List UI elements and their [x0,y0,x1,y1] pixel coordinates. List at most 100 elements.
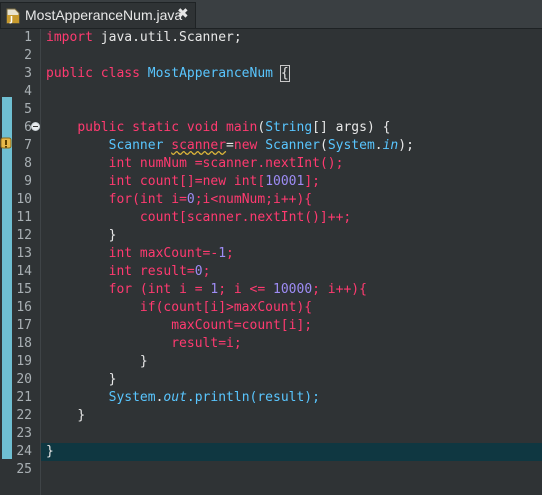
code-text: ( [257,120,266,135]
keyword: import [46,30,93,45]
code-text: . [374,138,383,153]
warning-variable: scanner [171,138,227,153]
type-name: System [108,390,156,405]
line-number: 4 [24,84,32,99]
code-text: ;i<numNum;i++){ [194,192,313,207]
code-text: ( [132,192,140,207]
collapse-fold-icon[interactable] [31,122,40,131]
code-text: maxCount=- [132,246,219,261]
code-text: ]; [304,174,320,189]
keyword: int [139,192,164,207]
line-number: 1 [24,30,32,45]
code-text: (count[i]>maxCount){ [155,300,313,315]
java-file-icon: J [6,8,20,24]
code-text: .println(result); [186,390,320,405]
code-line-18[interactable]: result=i; [46,335,242,353]
tab-mostapperancenum-java[interactable]: J MostApperanceNum.java ✖ [0,2,196,28]
line-number: 25 [16,462,32,477]
code-line-14[interactable]: int result=0; [46,263,211,281]
code-line-3[interactable]: public class MostApperanceNum { [46,65,290,83]
line-number: 20 [16,372,32,387]
keyword: static [132,120,180,135]
code-text: } [108,372,117,387]
code-line-7[interactable]: Scanner scanner=new Scanner(System.in); [46,137,414,155]
matching-brace: { [279,65,290,82]
code-line-19[interactable]: } [46,353,148,371]
code-text: java.util.Scanner; [92,30,242,45]
code-line-20[interactable]: } [46,371,117,389]
line-number: 6 [24,120,32,135]
code-text: [] args) { [312,120,391,135]
line-number: 17 [16,318,32,333]
number-literal: 10001 [265,174,305,189]
line-number: 2 [24,48,32,63]
keyword: void [186,120,219,135]
code-line-11[interactable]: count[scanner.nextInt()]++; [46,209,351,227]
line-number: 16 [16,300,32,315]
number-literal: 10000 [273,282,313,297]
keyword: int [108,156,133,171]
code-line-8[interactable]: int numNum =scanner.nextInt(); [46,155,344,173]
keyword: for [108,192,133,207]
editor-tab-bar: J MostApperanceNum.java ✖ [0,0,542,29]
keyword: new [202,174,227,189]
code-line-15[interactable]: for (int i = 1; i <= 10000; i++){ [46,281,367,299]
line-number: 15 [16,282,32,297]
line-number: 18 [16,336,32,351]
line-number: 3 [24,66,32,81]
type-name: System [327,138,375,153]
number-literal: 1 [218,246,227,261]
code-editor[interactable]: 1 2 3 4 5 6 7 8 9 10 11 12 13 14 15 16 1… [0,29,542,495]
code-text: count[scanner.nextInt()]++; [139,210,352,225]
line-number: 7 [24,138,32,153]
code-line-17[interactable]: maxCount=count[i]; [46,317,312,335]
line-number: 14 [16,264,32,279]
code-text: ; i <= [218,282,274,297]
line-number: 9 [24,174,32,189]
code-line-6[interactable]: public static void main(String[] args) { [46,119,390,137]
close-icon[interactable]: ✖ [177,6,189,22]
code-line-22[interactable]: } [46,407,85,425]
code-line-21[interactable]: System.out.println(result); [46,389,320,407]
code-text: maxCount=count[i]; [171,318,313,333]
class-name: MostApperanceNum [147,66,273,81]
line-number: 5 [24,102,32,117]
code-line-13[interactable]: int maxCount=-1; [46,245,234,263]
code-line-9[interactable]: int count[]=new int[10001]; [46,173,320,191]
code-text: = [226,138,234,153]
warning-marker-icon[interactable] [0,136,14,150]
type-name: Scanner [108,138,164,153]
line-number: 19 [16,354,32,369]
keyword: int [108,264,133,279]
code-line-16[interactable]: if(count[i]>maxCount){ [46,299,312,317]
current-line-highlight [41,443,542,461]
line-number: 12 [16,228,32,243]
gutter-divider [40,29,41,495]
code-text: ; i++){ [312,282,367,297]
line-number: 22 [16,408,32,423]
method-name: main [226,120,258,135]
static-field: in [382,138,399,153]
code-line-12[interactable]: } [46,227,117,245]
code-line-24[interactable]: } [46,443,54,461]
code-text: [ [257,174,266,189]
number-literal: 0 [194,264,203,279]
number-literal: 0 [186,192,195,207]
code-line-1[interactable]: import java.util.Scanner; [46,29,242,47]
line-number: 23 [16,426,32,441]
code-line-10[interactable]: for(int i=0;i<numNum;i++){ [46,191,313,209]
code-text: i= [163,192,187,207]
line-number: 24 [16,444,32,459]
code-text: ( [132,282,148,297]
type-name: Scanner [265,138,320,153]
svg-text:J: J [9,15,13,24]
code-text: result=i; [171,336,242,351]
type-name: String [265,120,313,135]
keyword: int [108,246,133,261]
code-text: } [46,444,54,459]
keyword: for [108,282,133,297]
